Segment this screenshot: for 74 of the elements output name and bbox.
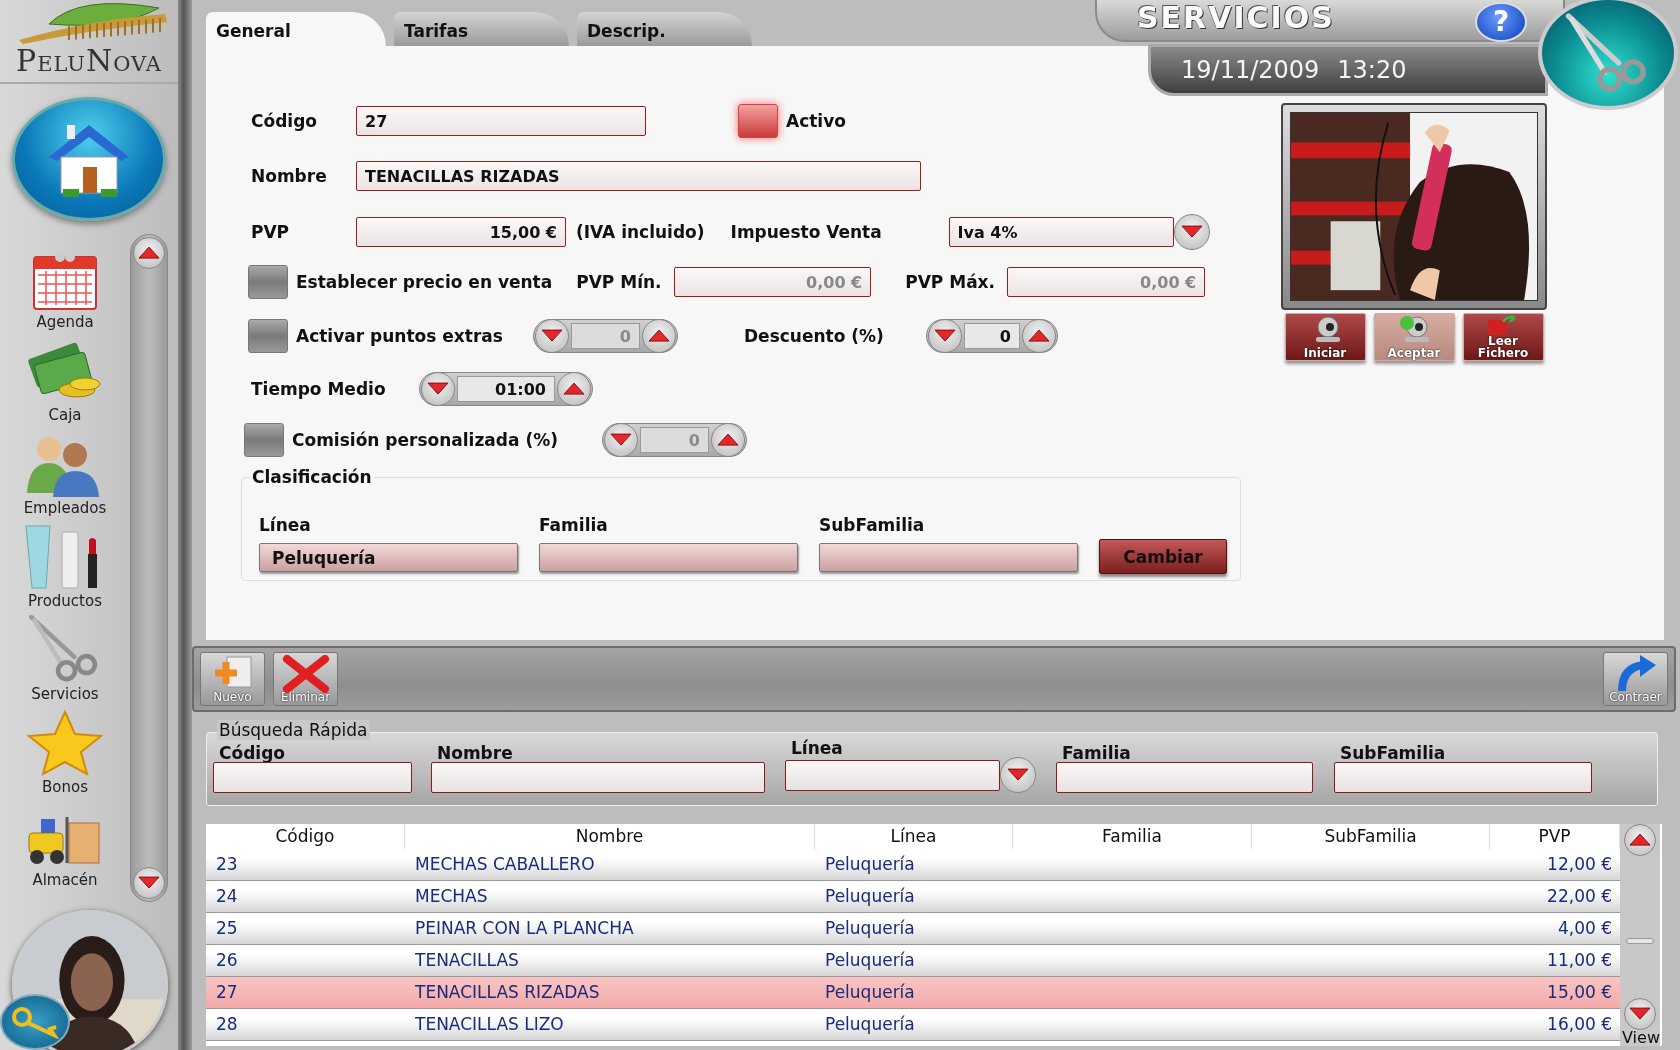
field-label: Línea: [790, 739, 844, 757]
table-cell-text: PEINAR CON LA PLANCHA: [414, 917, 635, 940]
text-field[interactable]: 15,00 €: [356, 217, 566, 247]
field-label: Nombre: [436, 744, 514, 762]
table-cell-text: Peluquería: [824, 949, 916, 972]
field-label: SubFamilia: [1339, 744, 1447, 762]
field-label: Nombre: [251, 166, 328, 186]
nav-item[interactable]: Caja: [0, 335, 130, 428]
table-cell-text: TENACILLAS RIZADAS: [414, 981, 601, 1004]
field-label: Descuento (%): [744, 326, 885, 346]
field-label: PVP: [251, 222, 291, 242]
table-row[interactable]: 27 TENACILLAS RIZADAS Peluquería 15,00 €: [206, 977, 1620, 1009]
page-title: SERVICIOS: [1137, 0, 1335, 35]
table-cell-text: Peluquería: [824, 885, 916, 908]
table-cell-text: 16,00 €: [1546, 1013, 1613, 1036]
table-cell-text: Peluquería: [824, 853, 916, 876]
table-cell-text: 28: [215, 1013, 239, 1036]
field-label: Código: [251, 111, 318, 131]
field-label: PVP Mín.: [576, 272, 663, 292]
date-text: 19/11/2009: [1181, 56, 1320, 84]
field-label: SubFamilia: [819, 515, 926, 535]
classification-field[interactable]: Peluquería: [259, 543, 518, 572]
table-cell-text: Peluquería: [824, 1013, 916, 1036]
nav-item[interactable]: Productos: [0, 521, 130, 614]
text-field[interactable]: 27: [356, 106, 646, 136]
field-label: Activar puntos extras: [296, 326, 504, 346]
table-cell-text: 22,00 €: [1546, 885, 1613, 908]
group-title: Búsqueda Rápida: [217, 720, 370, 740]
table-cell-text: TENACILLAS: [414, 949, 520, 972]
nav-item[interactable]: Servicios: [0, 614, 130, 707]
tab[interactable]: Tarifas: [394, 12, 569, 46]
text-field[interactable]: TENACILLAS RIZADAS: [356, 161, 921, 191]
spin-box[interactable]: 01:00: [419, 372, 593, 406]
field-label: Establecer precio en venta: [296, 272, 553, 292]
field-label: Familia: [1061, 744, 1132, 762]
spin-box[interactable]: 0: [926, 319, 1058, 353]
table-cell-text: 23: [215, 853, 239, 876]
time-text: 13:20: [1337, 56, 1407, 84]
field-label: Activo: [786, 111, 846, 131]
table-cell-text: 27: [215, 981, 239, 1004]
table-cell-text: 12,00 €: [1546, 853, 1613, 876]
table-cell-text: Peluquería: [824, 981, 916, 1004]
table-cell-text: 11,00 €: [1546, 949, 1613, 972]
dropdown-field[interactable]: Iva 4%: [948, 217, 1174, 247]
table-cell-text: MECHAS: [414, 885, 489, 908]
table-cell-text: 15,00 €: [1546, 981, 1613, 1004]
nav-item[interactable]: Bonos: [0, 707, 130, 800]
number-field[interactable]: 01:00: [457, 376, 555, 402]
table-cell-text: MECHAS CABALLERO: [414, 853, 596, 876]
field-note: (IVA incluido): [576, 222, 705, 242]
table-cell-text: TENACILLAS LIZO: [414, 1013, 565, 1036]
table-cell-text: 25: [215, 917, 239, 940]
field-label: Impuesto Venta: [730, 222, 883, 242]
table-cell-text: Peluquería: [824, 917, 916, 940]
field-label: Familia: [539, 515, 609, 535]
field-label: Comisión personalizada (%): [292, 430, 559, 450]
field-label: Línea: [259, 515, 312, 535]
nav-item[interactable]: Almacén: [0, 800, 130, 893]
tab[interactable]: General: [206, 12, 386, 46]
nav-item[interactable]: Agenda: [0, 242, 130, 335]
table-cell-text: 26: [215, 949, 239, 972]
table-cell-text: 24: [215, 885, 239, 908]
field-label: Tiempo Medio: [251, 379, 387, 399]
scrollbar[interactable]: View: [1620, 824, 1660, 1046]
field-label: PVP Máx.: [905, 272, 997, 292]
logo-text: PeluNova: [16, 46, 162, 76]
photo-button[interactable]: Leer Fichero: [1462, 313, 1544, 361]
number-field[interactable]: 0: [964, 323, 1020, 349]
view-label: View: [1622, 1030, 1660, 1046]
photo-button[interactable]: Iniciar: [1284, 313, 1366, 361]
table-cell-text: 4,00 €: [1556, 917, 1613, 940]
tab[interactable]: Descrip.: [577, 12, 752, 46]
nav-item[interactable]: Empleados: [0, 428, 130, 521]
field-label: Código: [218, 744, 286, 762]
